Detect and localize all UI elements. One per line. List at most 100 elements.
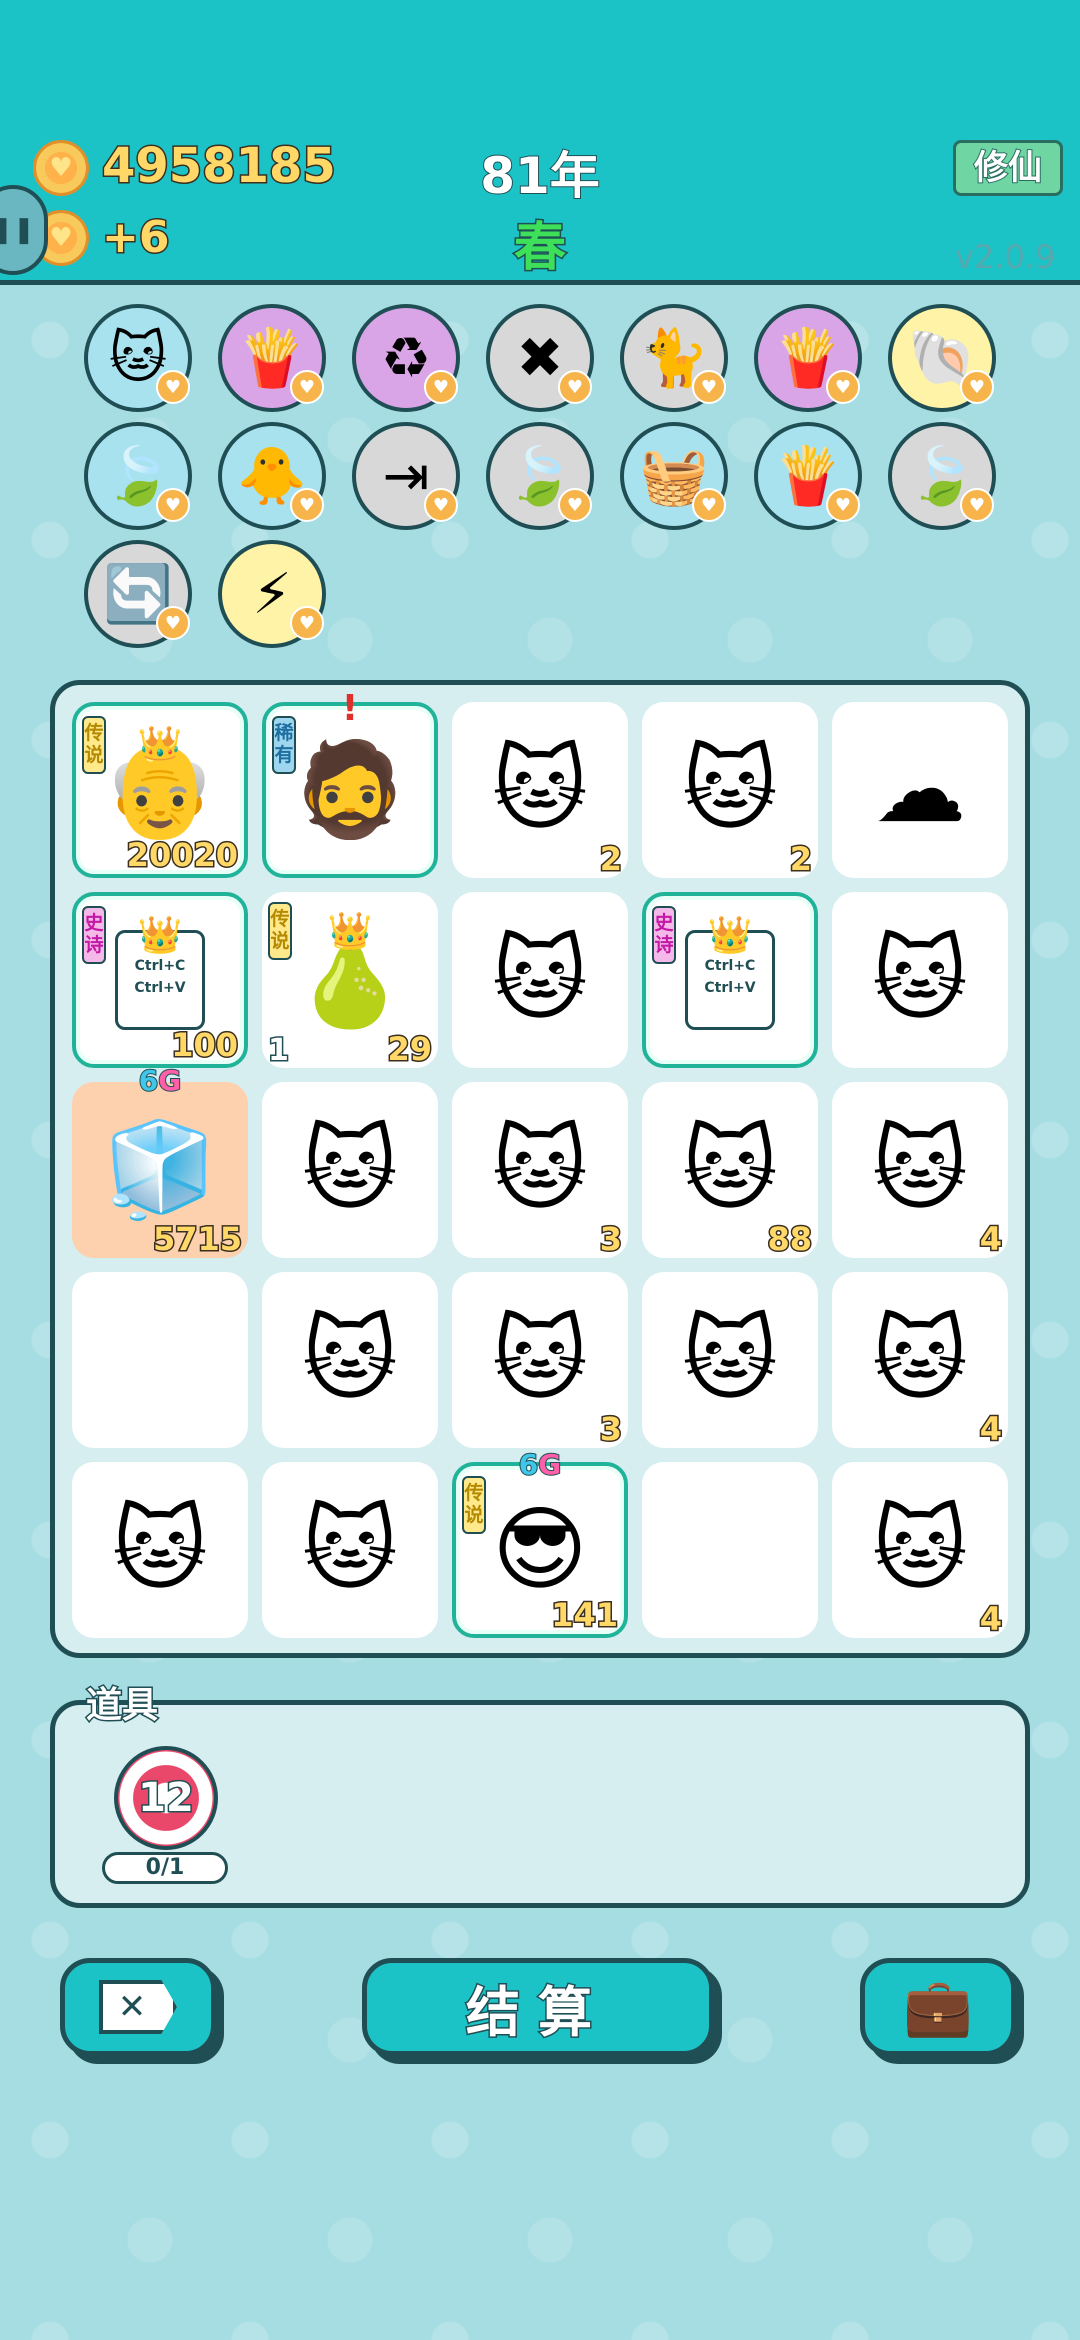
symbol-icon: 🐱: [872, 1306, 968, 1413]
fruit-basket-icon[interactable]: 🧺 ♥: [620, 422, 728, 530]
briefcase-icon: 💼: [903, 1975, 973, 2040]
symbol-icon: 🐱: [492, 1116, 588, 1223]
slot-count: 3: [598, 1409, 623, 1450]
leaf-icon[interactable]: 🍃 ♥: [84, 422, 192, 530]
leaf-icon[interactable]: 🍃 ♥: [486, 422, 594, 530]
version-label: v2.0.9: [955, 238, 1056, 276]
empty-slot[interactable]: [72, 1272, 248, 1448]
settle-button[interactable]: 结算: [362, 1958, 714, 2056]
card-line-2: Ctrl+V: [134, 980, 186, 996]
pause-icon[interactable]: ❚❚: [0, 185, 48, 275]
shell-icon[interactable]: 🐚 ♥: [888, 304, 996, 412]
slot-cell[interactable]: 🧔! 稀有: [262, 688, 438, 878]
slot-cell[interactable]: 🐱: [452, 892, 628, 1068]
slot-cell[interactable]: Ctrl+C Ctrl+V 👑 史诗 100: [72, 892, 248, 1068]
inventory-button[interactable]: 💼: [860, 1958, 1016, 2056]
slot-cell[interactable]: 😎 传说 6G 141: [452, 1447, 628, 1638]
symbol-icon: 🐱: [872, 926, 968, 1033]
network-tag: 6G: [518, 1447, 562, 1482]
slot-count: 20020: [125, 835, 239, 876]
fries-icon[interactable]: 🍟 ♥: [754, 422, 862, 530]
dart-item-icon[interactable]: 12: [114, 1746, 218, 1850]
slot-cell[interactable]: 🐱 3: [452, 1272, 628, 1450]
heart-badge-icon: ♥: [960, 370, 994, 404]
slot-cell[interactable]: 🐱: [262, 1082, 438, 1258]
symbol-icon: 🧔: [292, 736, 408, 843]
slot-cell[interactable]: 🐱 3: [452, 1082, 628, 1260]
symbol-icon: 🧊: [102, 1116, 218, 1223]
symbol-icon: 🐱: [682, 1306, 778, 1413]
symbol-icon: 🐱: [112, 1496, 208, 1603]
symbol-icon: 🐱: [492, 926, 588, 1033]
slot-cell[interactable]: Ctrl+C Ctrl+V 👑 史诗: [642, 892, 818, 1068]
dart-item-uses: 0/1: [102, 1852, 228, 1884]
slot-cell[interactable]: 🐱: [72, 1462, 248, 1638]
heart-badge-icon: ♥: [424, 488, 458, 522]
heart-badge-icon: ♥: [290, 606, 324, 640]
recycle-icon[interactable]: ♻ ♥: [352, 304, 460, 412]
slot-cell[interactable]: 🧊 6G 5715: [72, 1063, 248, 1260]
slot-left-count: 1: [267, 1032, 291, 1070]
cat-icon[interactable]: 🐱 ♥: [84, 304, 192, 412]
heart-badge-icon: ♥: [826, 488, 860, 522]
heart-badge-icon: ♥: [558, 370, 592, 404]
xiuxian-button[interactable]: 修仙: [953, 140, 1063, 196]
lightning-icon[interactable]: ⚡ ♥: [218, 540, 326, 648]
symbol-icon: 🐱: [872, 1116, 968, 1223]
skip-icon[interactable]: ⇥ ♥: [352, 422, 460, 530]
cats-pair-icon[interactable]: 🐈 ♥: [620, 304, 728, 412]
slot-cell[interactable]: 👴 👑 传说 20020: [72, 702, 248, 878]
slot-count: 3: [598, 1219, 623, 1260]
slot-count: 141: [550, 1595, 620, 1636]
heart-badge-icon: ♥: [290, 370, 324, 404]
heart-badge-icon: ♥: [424, 370, 458, 404]
fries-icon[interactable]: 🍟 ♥: [218, 304, 326, 412]
slot-cell[interactable]: 🐱: [832, 892, 1008, 1068]
remove-button[interactable]: ✕: [60, 1958, 216, 2056]
symbol-icon: 🐱: [872, 1496, 968, 1603]
heart-badge-icon: ♥: [960, 488, 994, 522]
slot-cell[interactable]: ☁: [832, 702, 1008, 878]
slot-cell[interactable]: 🐱 88: [642, 1082, 818, 1260]
slot-cell[interactable]: 🐱: [262, 1272, 438, 1448]
crown-icon: 👑: [707, 915, 753, 956]
slot-board: 👴 👑 传说 20020 🧔! 稀有 🐱 2 🐱 2 ☁ Ctrl+C Ctrl+V 👑 史诗 100 🍐 👑 传说…: [50, 680, 1030, 1658]
slot-cell[interactable]: 🐱 4: [832, 1272, 1008, 1450]
slot-count: 4: [978, 1599, 1003, 1640]
heart-badge-icon: ♥: [692, 370, 726, 404]
items-title: 道具: [84, 1684, 159, 1728]
slot-count: 88: [766, 1219, 814, 1260]
slot-count: 5715: [151, 1219, 243, 1260]
slot-cell[interactable]: 🐱: [262, 1462, 438, 1638]
top-status-bar: ♥ 4958185 ♥ +6 ❚❚ 81年 春 修仙 v2.0.9: [0, 0, 1080, 285]
coin-icon: ♥: [33, 140, 89, 196]
rarity-tag: 史诗: [652, 906, 676, 964]
slot-cell[interactable]: 🐱 2: [642, 702, 818, 880]
crown-icon: 👑: [327, 911, 373, 952]
leaf-icon[interactable]: 🍃 ♥: [888, 422, 996, 530]
heart-badge-icon: ♥: [692, 488, 726, 522]
symbol-icon: 🐱: [682, 1116, 778, 1223]
slot-cell[interactable]: 🐱 2: [452, 702, 628, 880]
slot-cell[interactable]: 🐱: [642, 1272, 818, 1448]
slot-cell[interactable]: 🐱 4: [832, 1082, 1008, 1260]
year-label: 81年: [479, 146, 601, 206]
fries-icon[interactable]: 🍟 ♥: [754, 304, 862, 412]
slot-cell[interactable]: 🐱 4: [832, 1462, 1008, 1640]
symbol-icon: 🐱: [302, 1116, 398, 1223]
slot-cell[interactable]: 🍐 👑 传说 29 1: [262, 892, 438, 1070]
refresh-icon[interactable]: 🔄 ♥: [84, 540, 192, 648]
slot-count: 4: [978, 1219, 1003, 1260]
heart-badge-icon: ♥: [826, 370, 860, 404]
remove-tag-icon[interactable]: ✖ ♥: [486, 304, 594, 412]
rarity-tag: 传说: [82, 716, 106, 774]
empty-slot[interactable]: [642, 1462, 818, 1638]
heart-badge-icon: ♥: [290, 488, 324, 522]
chick-icon[interactable]: 🐥 ♥: [218, 422, 326, 530]
symbol-icon: 🐱: [682, 736, 778, 843]
symbol-icon: 🐱: [492, 736, 588, 843]
slot-count: 29: [386, 1029, 434, 1070]
card-line-2: Ctrl+V: [704, 980, 756, 996]
alert-icon: !: [341, 688, 359, 729]
network-tag: 6G: [138, 1063, 182, 1098]
